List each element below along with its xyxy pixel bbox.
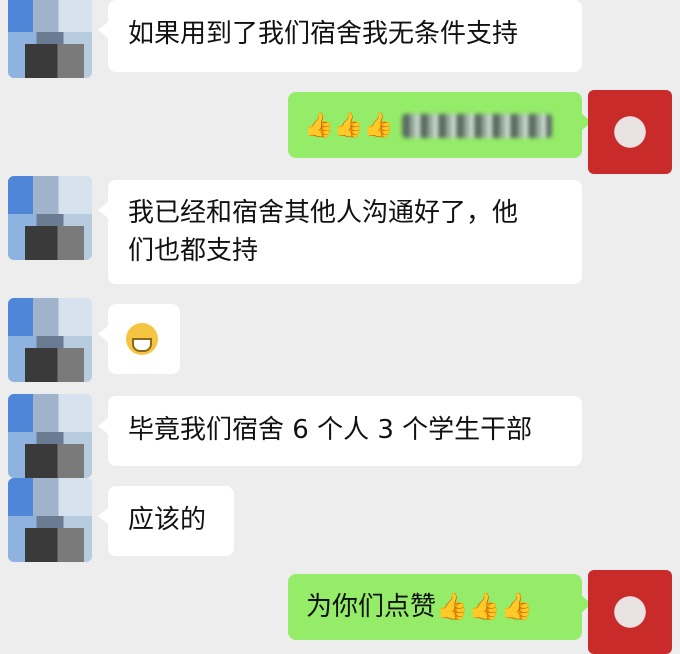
message-row: 为你们点赞👍👍👍 [0,568,680,654]
sender-avatar[interactable] [8,478,92,562]
sender-avatar[interactable] [8,298,92,382]
message-bubble[interactable]: 毕竟我们宿舍 6 个人 3 个学生干部 [98,396,582,466]
message-row: 如果用到了我们宿舍我无条件支持 [0,0,680,84]
message-row: 毕竟我们宿舍 6 个人 3 个学生干部 [0,394,680,478]
grinning-face-icon [126,322,158,355]
message-row: 我已经和宿舍其他人沟通好了，他 们也都支持 [0,176,680,286]
message-bubble[interactable]: 为你们点赞👍👍👍 [288,574,592,640]
blurred-text [401,113,552,138]
message-bubble[interactable]: 👍👍👍 [288,92,592,158]
message-bubble[interactable]: 我已经和宿舍其他人沟通好了，他 们也都支持 [98,180,582,284]
message-row: 👍👍👍 [0,90,680,174]
sender-avatar[interactable] [8,394,92,478]
message-bubble[interactable] [98,304,180,374]
message-text-line: 们也都支持 [128,236,259,266]
message-bubble[interactable]: 应该的 [98,486,234,556]
message-row [0,298,680,382]
message-text: 毕竟我们宿舍 6 个人 3 个学生干部 [128,415,533,445]
message-text: 如果用到了我们宿舍我无条件支持 [128,19,519,49]
thumbs-up-icons: 👍👍👍 [304,111,394,139]
message-text: 为你们点赞👍👍👍 [306,592,534,622]
message-text-line: 我已经和宿舍其他人沟通好了，他 [128,198,519,228]
message-bubble[interactable]: 如果用到了我们宿舍我无条件支持 [98,0,582,72]
sender-avatar[interactable] [8,0,92,78]
own-avatar[interactable] [588,90,672,174]
message-row: 应该的 [0,478,680,562]
sender-avatar[interactable] [8,176,92,260]
message-text: 应该的 [128,505,207,535]
own-avatar[interactable] [588,570,672,654]
